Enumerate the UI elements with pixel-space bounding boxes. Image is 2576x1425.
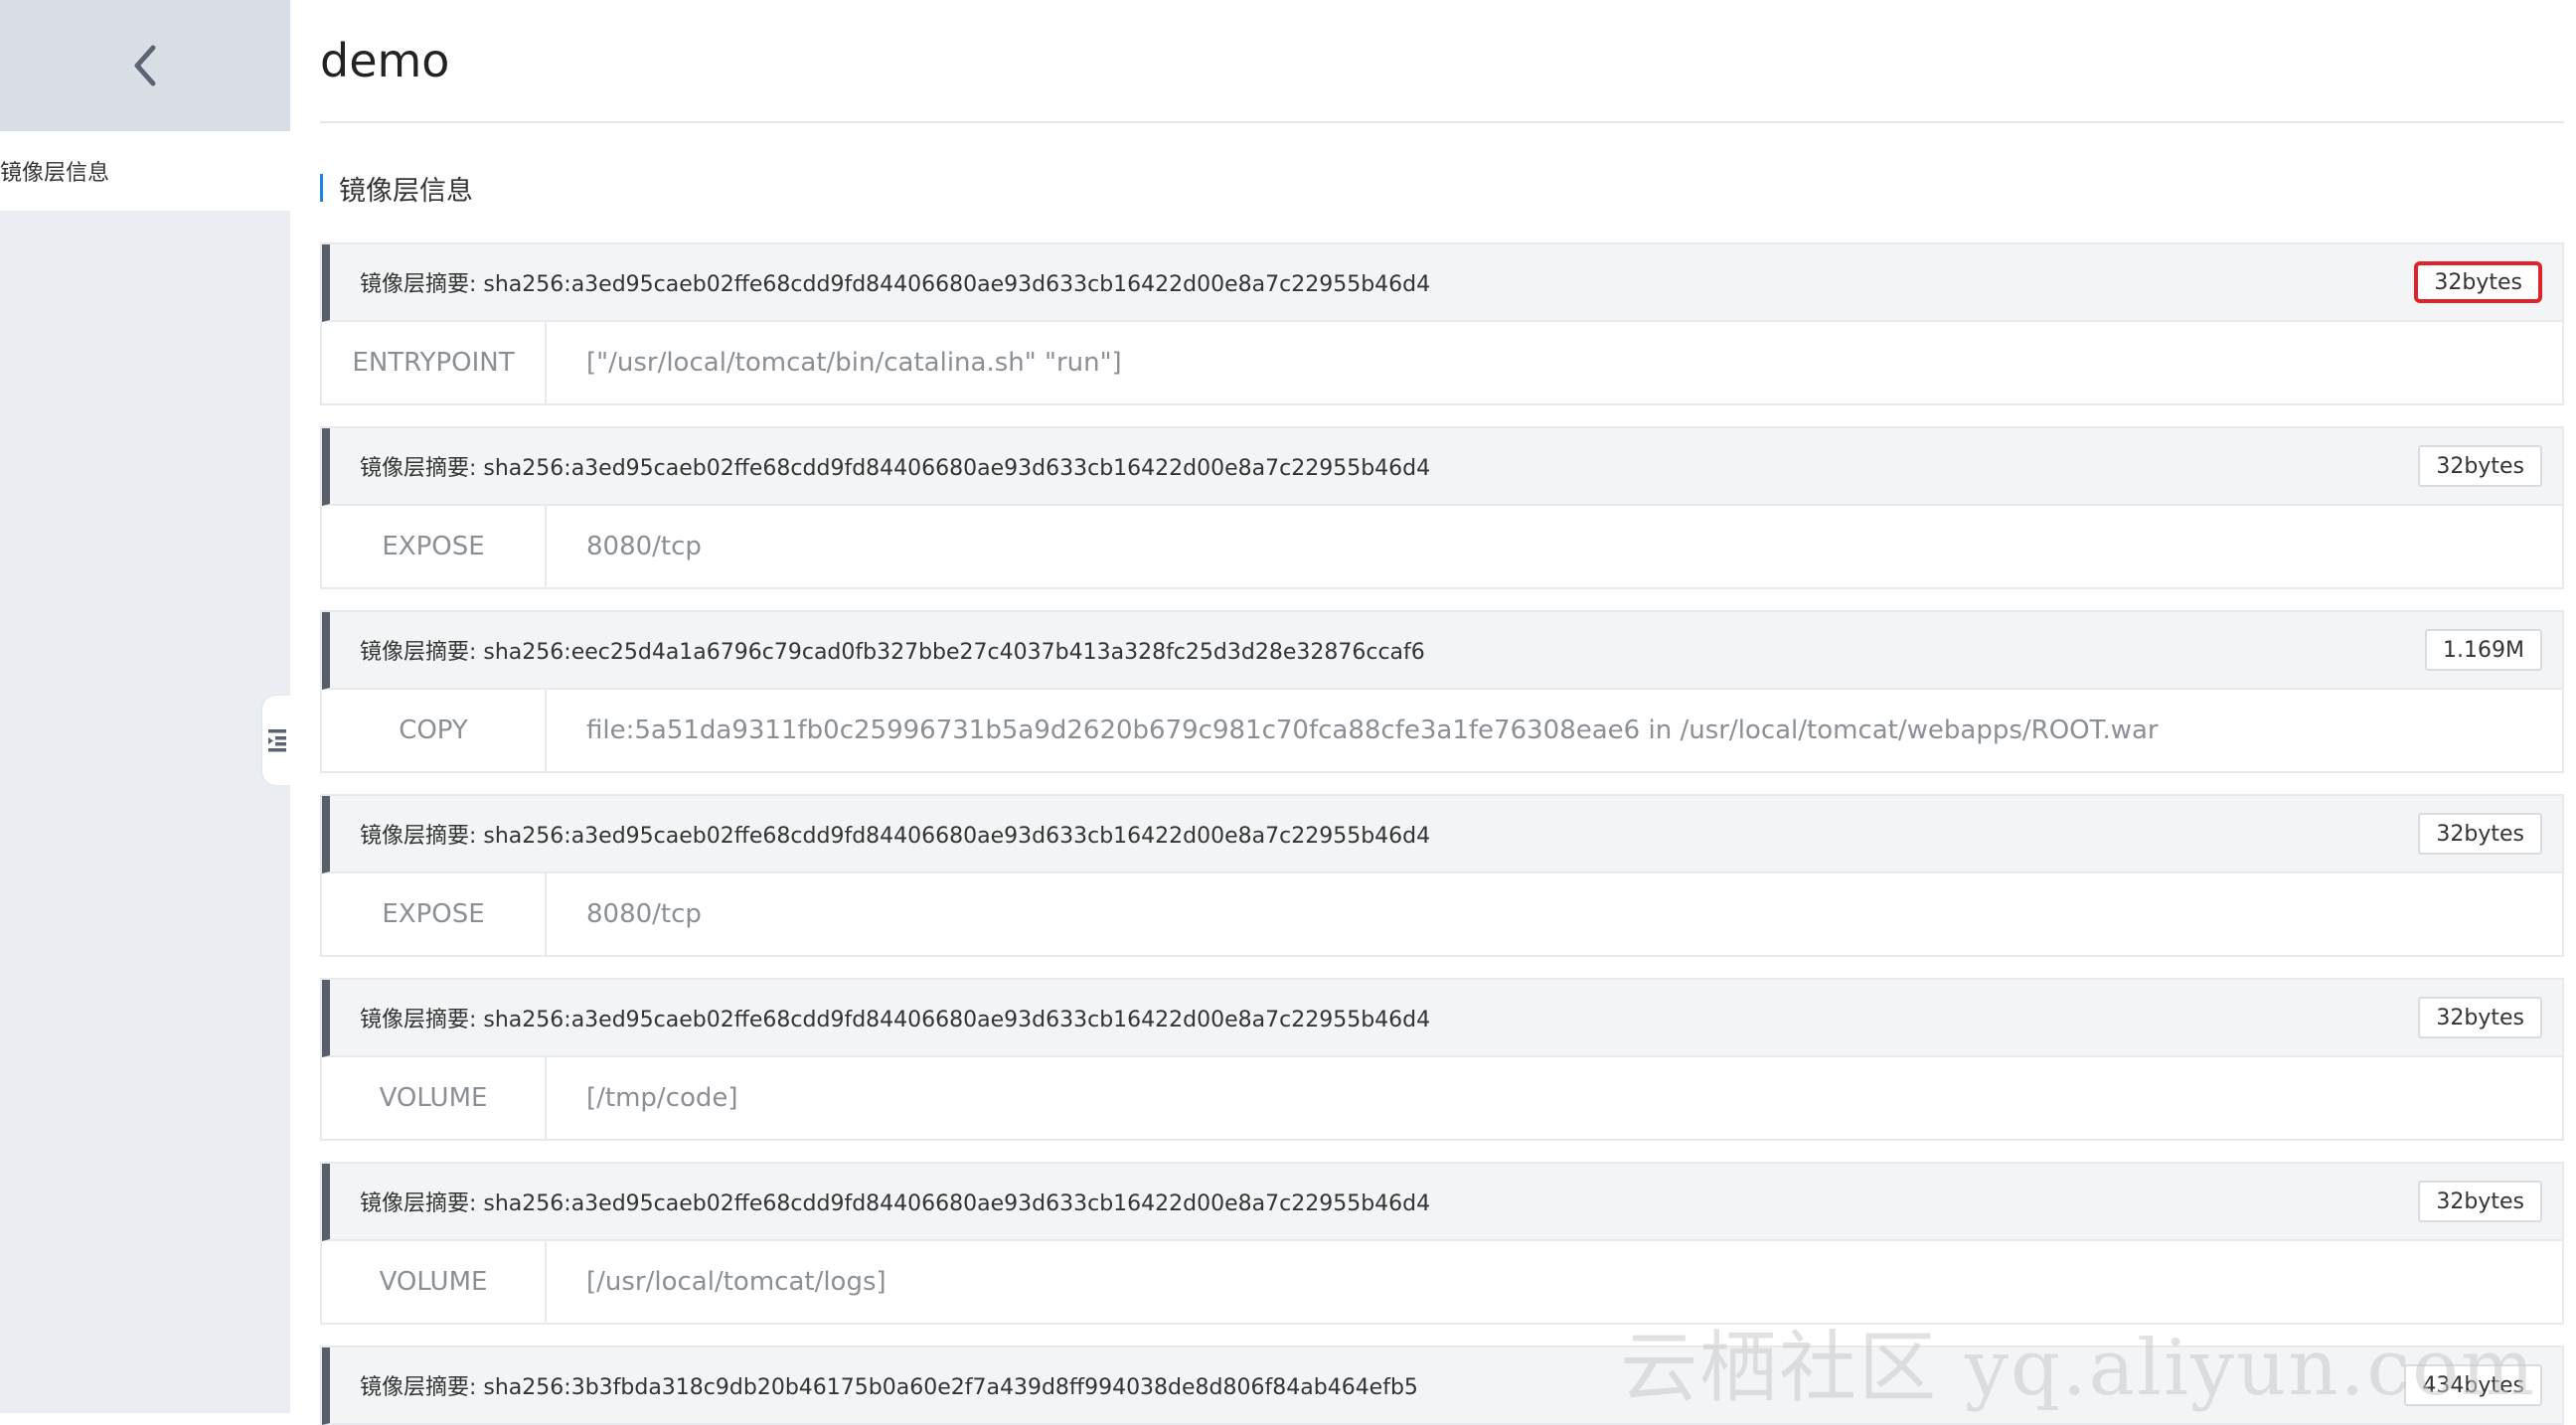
layer-digest: 镜像层摘要: sha256:a3ed95caeb02ffe68cdd9fd844… [360,1191,1431,1216]
layer-header: 镜像层摘要: sha256:a3ed95caeb02ffe68cdd9fd844… [322,1164,2562,1241]
layer-argument: 8080/tcp [586,899,702,929]
collapse-sidebar-icon[interactable] [262,696,292,785]
section-accent-bar [320,174,323,202]
layer-card: 镜像层摘要: sha256:a3ed95caeb02ffe68cdd9fd844… [320,1162,2564,1325]
layer-command: ENTRYPOINT [322,322,547,403]
layer-command: COPY [322,690,547,771]
page-title: demo [320,0,2564,123]
layer-command: VOLUME [322,1241,547,1323]
layer-size-badge: 32bytes [2414,261,2542,303]
layer-row: EXPOSE 8080/tcp [322,873,2562,955]
layer-digest: 镜像层摘要: sha256:a3ed95caeb02ffe68cdd9fd844… [360,272,1431,297]
sidebar-item-layer-info[interactable]: 镜像层信息 [0,131,290,211]
layer-header: 镜像层摘要: sha256:a3ed95caeb02ffe68cdd9fd844… [322,796,2562,873]
layer-list: 镜像层摘要: sha256:a3ed95caeb02ffe68cdd9fd844… [320,242,2564,1425]
chevron-left-icon[interactable] [125,45,165,86]
layer-header: 镜像层摘要: sha256:eec25d4a1a6796c79cad0fb327… [322,612,2562,690]
layer-header: 镜像层摘要: sha256:a3ed95caeb02ffe68cdd9fd844… [322,428,2562,506]
layer-size-badge: 32bytes [2418,813,2542,855]
layer-argument: 8080/tcp [586,532,702,561]
layer-command: VOLUME [322,1057,547,1139]
sidebar-item-label: 镜像层信息 [0,161,110,186]
layer-card: 镜像层摘要: sha256:eec25d4a1a6796c79cad0fb327… [320,610,2564,773]
layer-size-badge: 32bytes [2418,445,2542,487]
layer-argument: ["/usr/local/tomcat/bin/catalina.sh" "ru… [586,348,1122,378]
layer-row: COPY file:5a51da9311fb0c25996731b5a9d262… [322,690,2562,771]
sidebar: 镜像层信息 [0,0,290,1413]
layer-size-badge: 1.169M [2425,629,2542,671]
layer-digest: 镜像层摘要: sha256:3b3fbda318c9db20b46175b0a6… [360,1375,1418,1400]
watermark: 云栖社区 yq.aliyun.com [1620,1324,2536,1413]
layer-digest: 镜像层摘要: sha256:a3ed95caeb02ffe68cdd9fd844… [360,1008,1431,1032]
section-title: 镜像层信息 [320,171,2564,207]
layer-argument: file:5a51da9311fb0c25996731b5a9d2620b679… [586,715,2159,745]
layer-header: 镜像层摘要: sha256:a3ed95caeb02ffe68cdd9fd844… [322,980,2562,1057]
layer-command: EXPOSE [322,506,547,587]
section-title-label: 镜像层信息 [339,175,473,207]
layer-row: EXPOSE 8080/tcp [322,506,2562,587]
layer-digest: 镜像层摘要: sha256:eec25d4a1a6796c79cad0fb327… [360,640,1425,665]
sidebar-header [0,0,290,131]
main-content: demo 镜像层信息 镜像层摘要: sha256:a3ed95caeb02ffe… [320,0,2564,1425]
layer-header: 镜像层摘要: sha256:a3ed95caeb02ffe68cdd9fd844… [322,244,2562,322]
layer-card: 镜像层摘要: sha256:a3ed95caeb02ffe68cdd9fd844… [320,426,2564,589]
layer-size-badge: 32bytes [2418,997,2542,1038]
layer-card: 镜像层摘要: sha256:a3ed95caeb02ffe68cdd9fd844… [320,242,2564,405]
layer-digest: 镜像层摘要: sha256:a3ed95caeb02ffe68cdd9fd844… [360,824,1431,849]
layer-card: 镜像层摘要: sha256:a3ed95caeb02ffe68cdd9fd844… [320,978,2564,1141]
layer-row: VOLUME [/tmp/code] [322,1057,2562,1139]
layer-row: ENTRYPOINT ["/usr/local/tomcat/bin/catal… [322,322,2562,403]
layer-command: EXPOSE [322,873,547,955]
layer-digest: 镜像层摘要: sha256:a3ed95caeb02ffe68cdd9fd844… [360,456,1431,481]
layer-card: 镜像层摘要: sha256:a3ed95caeb02ffe68cdd9fd844… [320,794,2564,957]
layer-argument: [/tmp/code] [586,1083,738,1113]
layer-size-badge: 32bytes [2418,1181,2542,1222]
